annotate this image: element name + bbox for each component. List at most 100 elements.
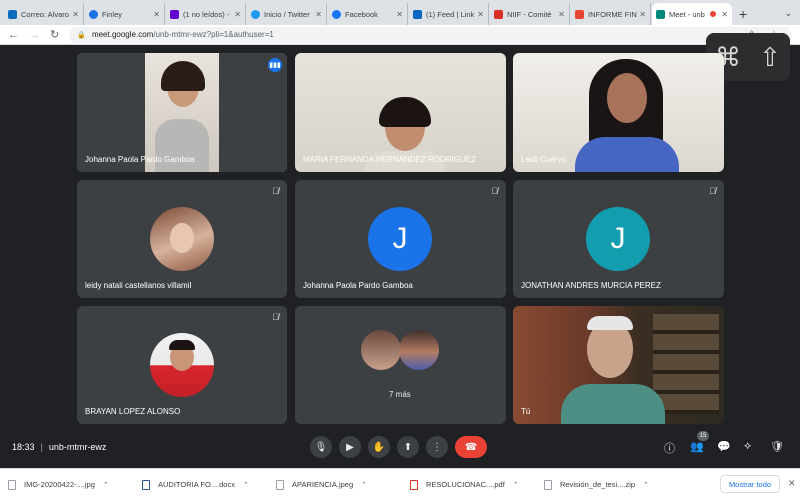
download-item[interactable]: APARIENCIA.jpeg ⌃ [276, 479, 410, 490]
forward-arrow-icon[interactable]: → [29, 29, 40, 41]
participant-name: Tú [521, 407, 531, 416]
file-icon [8, 479, 16, 490]
present-button[interactable]: ⬆ [397, 436, 419, 458]
participant-tile[interactable]: J 🎙̸ Johanna Paola Pardo Gamboa [295, 180, 506, 298]
hair-shape [169, 340, 195, 350]
close-icon[interactable]: ✕ [721, 10, 728, 19]
chevron-up-icon[interactable]: ⌃ [243, 481, 249, 489]
new-tab-button[interactable]: + [739, 6, 747, 22]
close-icon[interactable]: ✕ [153, 10, 160, 19]
participant-name: MARIA FERNANDA HERNANDEZ RODRIGUEZ [303, 155, 476, 164]
download-shelf: IMG-20200422-....jpg ⌃ AUDITORIA FO....do… [0, 468, 800, 500]
download-item[interactable]: IMG-20200422-....jpg ⌃ [8, 479, 142, 490]
recording-dot-icon [710, 11, 717, 17]
participant-name: Johanna Paola Pardo Gamboa [303, 281, 413, 290]
participant-tile[interactable]: 🎙̸ leidy natali castellanos villamil [77, 180, 287, 298]
hair-shape [379, 97, 431, 127]
url-field[interactable]: 🔒 meet.google.com/unb-mtmr-ewz?pli=1&aut… [69, 26, 792, 43]
browser-tab-niif[interactable]: NIIF - Comité ✕ [490, 3, 570, 25]
participant-name: BRAYAN LOPEZ ALONSO [85, 407, 181, 416]
participant-tile[interactable]: Leidi Cuervo [513, 53, 724, 172]
mic-off-icon: 🎙̸ [709, 186, 716, 196]
speaking-indicator-icon: ▮▮▮ [268, 58, 282, 72]
chevron-down-icon[interactable]: ⌄ [784, 8, 792, 19]
activities-icon[interactable]: ⟡ [744, 440, 751, 453]
host-controls-icon[interactable]: 🛡 [770, 440, 784, 453]
show-all-button[interactable]: Mostrar todo [720, 475, 780, 493]
shift-key-icon: ⇧ [759, 41, 781, 72]
browser-tab-facebook[interactable]: Facebook ✕ [328, 3, 408, 25]
chat-icon[interactable]: 💬 [717, 440, 731, 453]
file-icon [142, 479, 150, 490]
meet-icon [656, 9, 665, 19]
browser-tab-finley[interactable]: Finley ✕ [85, 3, 165, 25]
participant-tile[interactable]: 🎙̸ BRAYAN LOPEZ ALONSO [77, 306, 287, 424]
bookshelf-shape [653, 314, 719, 414]
close-icon[interactable]: ✕ [477, 10, 484, 19]
download-item[interactable]: Revisión_de_tesi....zip ⌃ [544, 479, 678, 490]
participant-count-badge: 15 [697, 431, 709, 441]
participant-name: Johanna Paola Pardo Gamboa [85, 155, 195, 164]
download-item[interactable]: AUDITORIA FO....docx ⌃ [142, 479, 276, 490]
participant-avatar [399, 330, 439, 370]
chevron-up-icon[interactable]: ⌃ [643, 481, 649, 489]
raise-hand-button[interactable]: ✋ [368, 436, 390, 458]
outlook-icon [8, 9, 17, 19]
participant-avatar [361, 330, 401, 370]
chevron-up-icon[interactable]: ⌃ [103, 481, 109, 489]
file-icon [276, 479, 284, 490]
close-icon[interactable]: ✕ [639, 10, 646, 19]
gmail-icon [575, 9, 584, 19]
camera-button[interactable]: ▶ [339, 436, 361, 458]
participant-avatar: J [586, 207, 650, 271]
more-participants-tile[interactable]: 7 más [295, 306, 506, 424]
browser-tab-outlook[interactable]: Correo: Alvaro ✕ [4, 3, 84, 25]
lock-icon: 🔒 [77, 31, 86, 39]
close-icon[interactable]: ✕ [72, 10, 79, 19]
mail-icon [170, 9, 179, 19]
browser-tab-meet[interactable]: Meet - unb ✕ [652, 3, 732, 25]
browser-tab-twitter[interactable]: Inicio / Twitter ✕ [247, 3, 327, 25]
people-icon[interactable]: 👥 [690, 440, 704, 453]
browser-tab-linkedin[interactable]: (1) Feed | Link ✕ [409, 3, 489, 25]
meeting-time: 18:33 [12, 442, 35, 452]
end-call-button[interactable]: ☎ [455, 436, 487, 458]
download-filename: AUDITORIA FO....docx [158, 480, 235, 489]
close-icon[interactable]: ✕ [558, 10, 565, 19]
participant-tile[interactable]: 🎙̸ MARIA FERNANDA HERNANDEZ RODRIGUEZ [295, 53, 506, 172]
shoulders-shape [155, 119, 209, 172]
download-filename: IMG-20200422-....jpg [24, 480, 95, 489]
browser-tab-informe[interactable]: INFORME FINA ✕ [571, 3, 651, 25]
info-icon[interactable]: ⓘ [664, 440, 675, 456]
participant-avatar [150, 333, 214, 397]
close-icon[interactable]: ✕ [315, 10, 322, 19]
mic-off-icon: 🎙̸ [491, 186, 498, 196]
close-icon[interactable]: ✕ [396, 10, 403, 19]
mic-off-icon: 🎙̸ [272, 312, 279, 322]
face-shape [170, 223, 194, 253]
participant-tile[interactable]: J 🎙̸ JONATHAN ANDRES MURCIA PEREZ [513, 180, 724, 298]
browser-tab-yahoo-mail[interactable]: (1 no leídos) - ✕ [166, 3, 246, 25]
shirt-shape [575, 137, 679, 172]
close-icon[interactable]: ✕ [788, 478, 796, 489]
separator: | [40, 442, 43, 452]
chevron-up-icon[interactable]: ⌃ [513, 481, 519, 489]
finley-icon [89, 9, 98, 19]
mic-off-icon: 🎙̸ [272, 186, 279, 196]
more-options-button[interactable]: ⋮ [426, 436, 448, 458]
participant-video [513, 306, 724, 424]
shirt-shape [561, 384, 665, 424]
facebook-icon [332, 9, 341, 19]
reload-icon[interactable]: ↻ [50, 28, 59, 41]
niif-icon [494, 9, 503, 19]
download-item[interactable]: RESOLUCIONAC....pdf ⌃ [410, 479, 544, 490]
close-icon[interactable]: ✕ [234, 10, 241, 19]
participant-tile[interactable]: ▮▮▮ Johanna Paola Pardo Gamboa [77, 53, 287, 172]
chevron-up-icon[interactable]: ⌃ [361, 481, 367, 489]
url-host: meet.google.com [91, 30, 154, 39]
mic-button[interactable]: 🎙 [310, 436, 332, 458]
participant-name: Leidi Cuervo [521, 155, 566, 164]
twitter-icon [251, 9, 260, 19]
self-view-tile[interactable]: Tú [513, 306, 724, 424]
back-arrow-icon[interactable]: ← [8, 29, 19, 41]
